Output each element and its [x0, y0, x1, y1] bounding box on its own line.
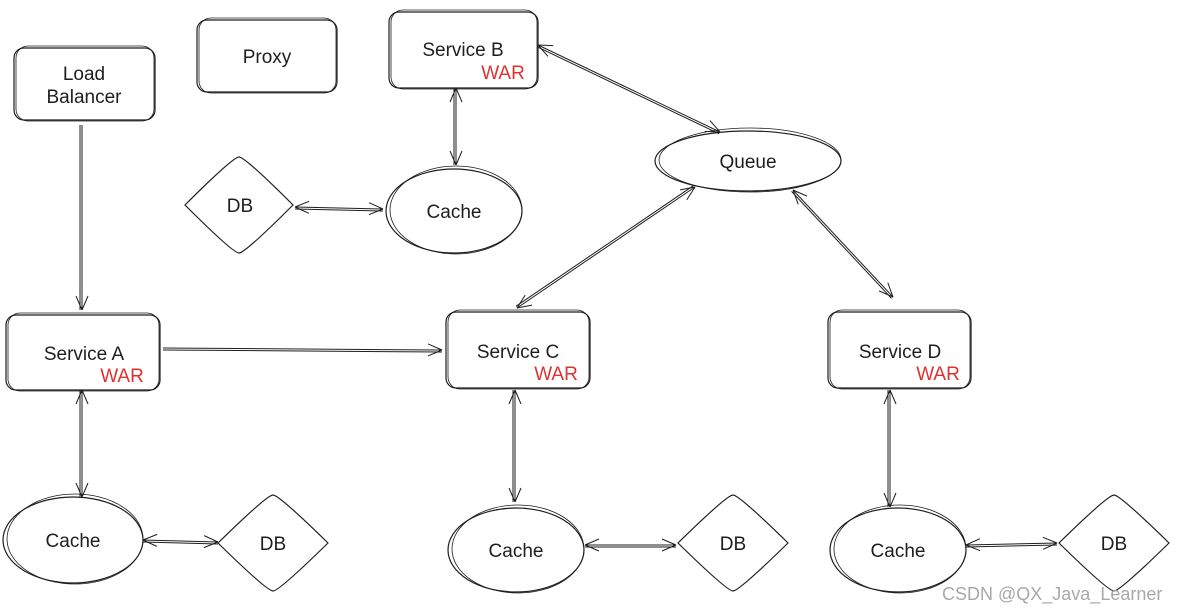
edge-cache-c-to-db-c [584, 538, 677, 552]
queue-label: Queue [719, 152, 776, 173]
edge-cache-d-to-db-d [965, 536, 1058, 552]
edges [75, 44, 1058, 552]
queue-node[interactable]: Queue [654, 127, 842, 193]
proxy-node[interactable]: Proxy [196, 17, 338, 94]
architecture-diagram: Load Balancer Proxy Service B WAR Queue … [2, 9, 1170, 594]
service-d-war-tag: WAR [916, 364, 960, 385]
db-c-node[interactable]: DB [677, 494, 789, 592]
edge-service-a-to-service-c [162, 343, 443, 357]
db-c-label: DB [720, 534, 746, 555]
service-b-label: Service B [422, 40, 503, 61]
service-a-label: Service A [44, 344, 125, 365]
cache-c-label: Cache [489, 541, 544, 562]
db-a-node[interactable]: DB [217, 494, 329, 592]
service-b-node[interactable]: Service B WAR [388, 9, 539, 90]
db-b-node[interactable]: DB [184, 156, 294, 254]
proxy-label: Proxy [243, 47, 292, 68]
service-c-war-tag: WAR [534, 364, 578, 385]
cache-d-label: Cache [871, 541, 926, 562]
db-d-node[interactable]: DB [1058, 494, 1170, 592]
db-d-label: DB [1101, 534, 1127, 555]
service-a-node[interactable]: Service A WAR [5, 312, 161, 392]
service-c-node[interactable]: Service C WAR [445, 309, 591, 390]
service-d-label: Service D [859, 342, 941, 363]
edge-service-b-to-cache-b [449, 87, 463, 166]
cache-d-node[interactable]: Cache [829, 504, 967, 594]
service-a-war-tag: WAR [100, 366, 144, 387]
load-balancer-label-1: Load [63, 64, 105, 85]
service-b-war-tag: WAR [481, 63, 525, 84]
db-b-label: DB [227, 196, 253, 217]
edge-cache-a-to-db-a [142, 533, 219, 549]
edge-service-a-to-cache-a [75, 389, 89, 498]
edge-service-c-to-cache-c [508, 389, 522, 503]
cache-b-node[interactable]: Cache [385, 165, 523, 255]
cache-c-node[interactable]: Cache [447, 504, 585, 594]
db-a-label: DB [260, 534, 286, 555]
edge-service-d-to-cache-d [883, 389, 897, 508]
watermark: CSDN @QX_Java_Learner [942, 584, 1163, 604]
load-balancer-label-2: Balancer [47, 87, 123, 108]
edge-queue-to-service-d [791, 189, 894, 299]
edge-queue-to-service-c [515, 184, 696, 309]
service-d-node[interactable]: Service D WAR [827, 309, 972, 390]
edge-service-b-to-queue [536, 44, 721, 135]
edge-db-b-to-cache-b [294, 200, 384, 216]
cache-a-node[interactable]: Cache [2, 493, 144, 585]
cache-a-label: Cache [46, 531, 101, 552]
load-balancer-node[interactable]: Load Balancer [13, 45, 156, 122]
service-c-label: Service C [477, 342, 559, 363]
edge-load-balancer-to-service-a [75, 125, 89, 311]
cache-b-label: Cache [427, 202, 482, 223]
